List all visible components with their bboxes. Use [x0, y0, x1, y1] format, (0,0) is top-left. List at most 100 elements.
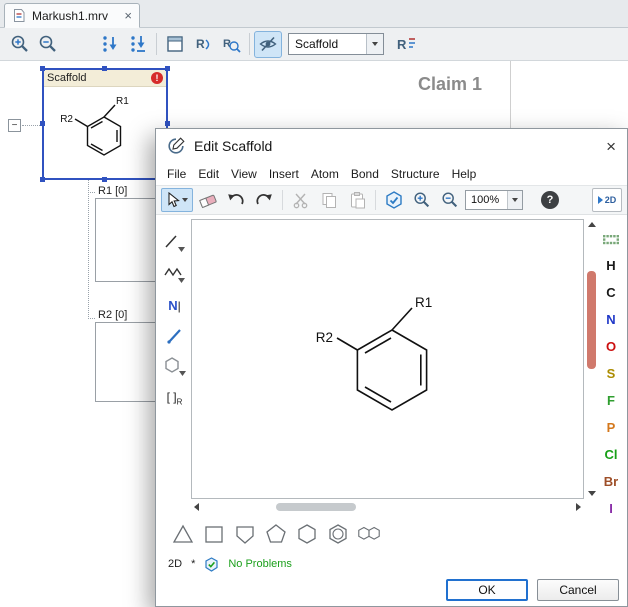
bond-tool-button[interactable] — [161, 231, 188, 255]
expand-branches-button[interactable] — [96, 31, 124, 58]
template-cyclobutane-button[interactable] — [201, 521, 227, 547]
menu-file[interactable]: File — [167, 167, 186, 181]
toggle-rlogic-visibility-button[interactable] — [254, 31, 282, 58]
edit-structure-icon — [167, 137, 185, 155]
zoom-in-button[interactable] — [6, 31, 34, 58]
frame-view-button[interactable] — [161, 31, 189, 58]
scaffold-selector[interactable]: Scaffold — [288, 33, 384, 55]
cancel-button[interactable]: Cancel — [537, 579, 619, 601]
atom-button-h[interactable]: H — [599, 255, 623, 276]
scroll-right-icon[interactable] — [576, 503, 581, 511]
structure-canvas[interactable]: R1 R2 — [191, 219, 584, 499]
ring-template-tool-button[interactable] — [161, 355, 188, 379]
collapse-toggle[interactable]: − — [8, 119, 21, 132]
view-2d-toggle-button[interactable]: 2D — [592, 188, 622, 212]
selection-handle[interactable] — [40, 177, 45, 182]
scroll-up-icon[interactable] — [588, 222, 596, 227]
tab-markush1[interactable]: Markush1.mrv × — [4, 3, 140, 28]
scroll-down-icon[interactable] — [588, 491, 596, 496]
selection-handle[interactable] — [40, 66, 45, 71]
template-benzene-button[interactable] — [325, 521, 351, 547]
r1-group-label[interactable]: R1 [0] — [98, 185, 127, 197]
menu-insert[interactable]: Insert — [269, 167, 299, 181]
selection-handle[interactable] — [102, 177, 107, 182]
canvas-r2-label[interactable]: R2 — [316, 330, 333, 345]
atom-label-tool-button[interactable]: N| — [161, 293, 188, 317]
naphthalene-icon — [356, 521, 382, 547]
paste-icon — [348, 191, 366, 209]
bracket-sub-glyph: R — [177, 397, 183, 406]
markush-document-icon — [12, 8, 26, 23]
canvas-vertical-scrollbar[interactable] — [585, 219, 599, 499]
zoom-in-button[interactable] — [409, 188, 435, 212]
dialog-close-icon[interactable]: × — [606, 138, 616, 155]
paste-button[interactable] — [344, 188, 370, 212]
select-tool-button[interactable] — [161, 188, 193, 212]
menu-atom[interactable]: Atom — [311, 167, 339, 181]
zoom-out-button[interactable] — [34, 31, 62, 58]
atom-button-cl[interactable]: Cl — [599, 444, 623, 465]
chevron-down-icon[interactable] — [366, 34, 383, 54]
redo-button[interactable] — [251, 188, 277, 212]
dialog-titlebar[interactable]: Edit Scaffold × — [156, 129, 627, 163]
selection-handle[interactable] — [102, 66, 107, 71]
vertical-scroll-thumb[interactable] — [587, 271, 596, 369]
structure-check-status-icon[interactable] — [204, 557, 219, 572]
template-cyclopentadiene-button[interactable] — [232, 521, 258, 547]
chevron-down-icon[interactable] — [507, 191, 522, 209]
rgroup-tool-button[interactable]: R — [189, 31, 217, 58]
atom-button-o[interactable]: O — [599, 336, 623, 357]
single-bond-tool-button[interactable] — [161, 324, 188, 348]
benzene-structure[interactable]: R1 R2 — [192, 220, 583, 498]
rgroup-query-icon: R — [221, 34, 241, 54]
bond-icon — [163, 232, 187, 254]
tab-close-icon[interactable]: × — [124, 9, 132, 22]
canvas-r1-label[interactable]: R1 — [415, 295, 432, 310]
check-structure-button[interactable] — [381, 188, 407, 212]
collapse-branches-button[interactable] — [124, 31, 152, 58]
selection-handle[interactable] — [165, 66, 170, 71]
menu-structure[interactable]: Structure — [391, 167, 440, 181]
template-cyclopropane-button[interactable] — [170, 521, 196, 547]
horizontal-scroll-thumb[interactable] — [276, 503, 356, 511]
template-cyclohexane-button[interactable] — [294, 521, 320, 547]
atom-button-n[interactable]: N — [599, 309, 623, 330]
toolbar-separator — [249, 33, 250, 55]
atom-button-c[interactable]: C — [599, 282, 623, 303]
atom-button-p[interactable]: P — [599, 417, 623, 438]
pentagon-ring-icon — [263, 521, 289, 547]
cut-button[interactable] — [288, 188, 314, 212]
r2-group-label[interactable]: R2 [0] — [98, 309, 127, 321]
template-cyclopentane-button[interactable] — [263, 521, 289, 547]
rgroup-query-button[interactable]: R — [217, 31, 245, 58]
chain-tool-button[interactable] — [161, 262, 188, 286]
scaffold-node-title: Scaffold — [47, 72, 87, 84]
rlogic-editor-button[interactable]: R — [392, 31, 420, 58]
scaffold-node[interactable]: Scaffold ! R1 R2 — [42, 68, 168, 180]
atom-button-i[interactable]: I — [599, 498, 623, 519]
template-naphthalene-button[interactable] — [356, 521, 382, 547]
toolbar-separator — [375, 190, 376, 210]
atom-button-br[interactable]: Br — [599, 471, 623, 492]
copy-button[interactable] — [316, 188, 342, 212]
ok-button[interactable]: OK — [446, 579, 528, 601]
menu-edit[interactable]: Edit — [198, 167, 219, 181]
erase-tool-button[interactable] — [195, 188, 221, 212]
dialog-status-bar: 2D * No Problems — [168, 555, 292, 573]
selection-handle[interactable] — [40, 121, 45, 126]
zoom-level-select[interactable]: 100% — [465, 190, 523, 210]
canvas-horizontal-scrollbar[interactable] — [191, 501, 584, 514]
atom-button-s[interactable]: S — [599, 363, 623, 384]
selection-handle[interactable] — [165, 121, 170, 126]
bracket-tool-button[interactable]: [ ]R — [161, 386, 188, 410]
scroll-left-icon[interactable] — [194, 503, 199, 511]
zoom-out-button[interactable] — [437, 188, 463, 212]
atom-button-f[interactable]: F — [599, 390, 623, 411]
menu-view[interactable]: View — [231, 167, 257, 181]
undo-button[interactable] — [223, 188, 249, 212]
periodic-table-button[interactable] — [598, 231, 625, 249]
help-button[interactable]: ? — [541, 191, 559, 209]
menu-help[interactable]: Help — [452, 167, 477, 181]
menu-bond[interactable]: Bond — [351, 167, 379, 181]
scaffold-node-header[interactable]: Scaffold ! — [44, 70, 166, 87]
